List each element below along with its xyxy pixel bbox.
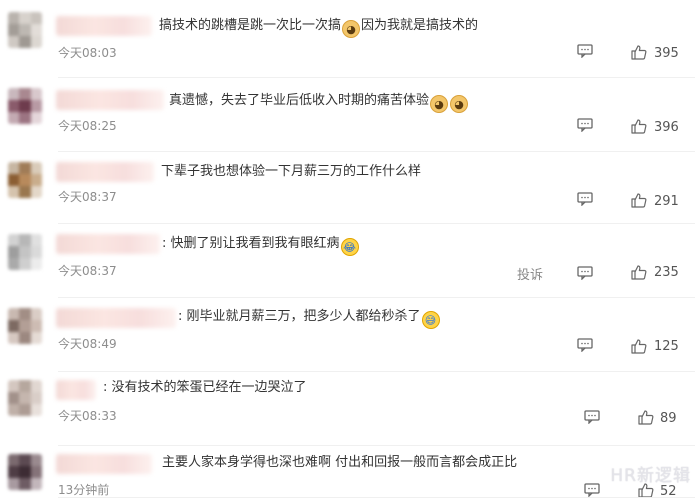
- like-count: 395: [654, 46, 679, 61]
- laugh-cry-emoji-icon: 😂: [340, 238, 359, 256]
- thumbs-up-icon[interactable]: [631, 192, 647, 208]
- comment-timestamp: 今天08:25: [58, 119, 117, 133]
- avatar[interactable]: [8, 380, 42, 416]
- avatar[interactable]: [8, 454, 42, 490]
- thumbs-up-icon[interactable]: [631, 118, 647, 134]
- comment-item: 真遗憾，失去了毕业后低收入时期的痛苦体验 ◕ ◕ 今天08:25 396: [0, 80, 699, 154]
- comment-bubble-icon[interactable]: [577, 44, 593, 58]
- comment-bubble-icon[interactable]: [584, 483, 600, 497]
- like-count: 291: [654, 194, 679, 209]
- comment-item: 搞技术的跳槽是跳一次比一次搞 ◕ 因为我就是搞技术的 今天08:03 395: [0, 6, 699, 80]
- like-count: 396: [654, 120, 679, 135]
- doge-emoji-icon: ◕: [430, 95, 449, 113]
- comment-item: : 快删了别让我看到我有眼红病 😂 今天08:37 投诉 235: [0, 226, 699, 300]
- avatar[interactable]: [8, 88, 42, 124]
- username-blurred[interactable]: [56, 380, 96, 400]
- thumbs-up-icon[interactable]: [631, 44, 647, 60]
- username-blurred[interactable]: [56, 454, 152, 474]
- comment-timestamp: 今天08:03: [58, 46, 117, 60]
- comment-text: 主要人家本身学得也深也难啊 付出和回报一般而言都会成正比: [162, 455, 518, 470]
- like-count: 89: [660, 411, 677, 426]
- comment-text: 下辈子我也想体验一下月薪三万的工作什么样: [161, 164, 422, 179]
- thumbs-up-icon[interactable]: [631, 338, 647, 354]
- comment-bubble-icon[interactable]: [577, 192, 593, 206]
- comment-text: : 刚毕业就月薪三万，把多少人都给秒杀了 😅: [178, 308, 441, 329]
- doge-emoji-icon: ◕: [450, 95, 469, 113]
- comment-item: 下辈子我也想体验一下月薪三万的工作什么样 今天08:37 291: [0, 152, 699, 226]
- comment-list: 搞技术的跳槽是跳一次比一次搞 ◕ 因为我就是搞技术的 今天08:03 395 真遗憾…: [0, 0, 699, 500]
- like-count: 125: [654, 339, 679, 354]
- comment-item: 主要人家本身学得也深也难啊 付出和回报一般而言都会成正比 13分钟前 52: [0, 448, 699, 500]
- avatar[interactable]: [8, 308, 42, 344]
- comment-bubble-icon[interactable]: [577, 118, 593, 132]
- like-count: 52: [660, 484, 677, 499]
- comment-text: : 没有技术的笨蛋已经在一边哭泣了: [103, 380, 307, 395]
- comment-timestamp: 今天08:37: [58, 264, 117, 278]
- watermark: HR新逻辑: [610, 466, 691, 486]
- avatar[interactable]: [8, 234, 42, 270]
- report-link[interactable]: 投诉: [517, 264, 543, 283]
- comment-text: 真遗憾，失去了毕业后低收入时期的痛苦体验 ◕ ◕: [169, 92, 469, 113]
- doge-emoji-icon: ◕: [342, 20, 361, 38]
- avatar[interactable]: [8, 162, 42, 198]
- comment-item: : 没有技术的笨蛋已经在一边哭泣了 今天08:33 89: [0, 374, 699, 448]
- username-blurred[interactable]: [56, 90, 164, 110]
- comment-bubble-icon[interactable]: [577, 266, 593, 280]
- thumbs-up-icon[interactable]: [631, 264, 647, 280]
- comment-item: : 刚毕业就月薪三万，把多少人都给秒杀了 😅 今天08:49 125: [0, 300, 699, 374]
- comment-timestamp: 今天08:33: [58, 409, 117, 423]
- thumbs-up-icon[interactable]: [638, 409, 654, 425]
- comment-timestamp: 今天08:49: [58, 337, 117, 351]
- comment-text: 搞技术的跳槽是跳一次比一次搞 ◕ 因为我就是搞技术的: [159, 18, 479, 38]
- username-blurred[interactable]: [56, 16, 152, 36]
- avatar[interactable]: [8, 12, 42, 48]
- username-blurred[interactable]: [56, 234, 160, 254]
- username-blurred[interactable]: [56, 162, 154, 182]
- comment-text: : 快删了别让我看到我有眼红病 😂: [162, 235, 360, 256]
- comment-timestamp: 13分钟前: [58, 483, 110, 497]
- comment-timestamp: 今天08:37: [58, 190, 117, 204]
- comment-bubble-icon[interactable]: [584, 410, 600, 424]
- comment-bubble-icon[interactable]: [577, 338, 593, 352]
- sweat-smile-emoji-icon: 😅: [421, 311, 440, 329]
- like-count: 235: [654, 265, 679, 280]
- username-blurred[interactable]: [56, 308, 176, 328]
